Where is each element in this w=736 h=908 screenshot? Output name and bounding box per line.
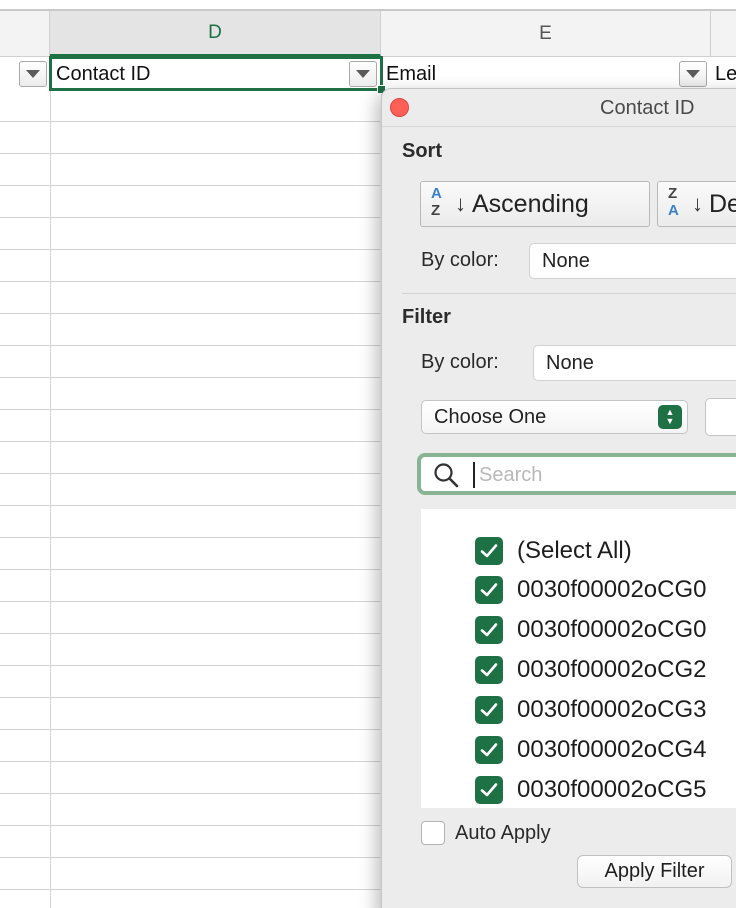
- row-gridline: [0, 121, 380, 122]
- row-gridline: [0, 601, 380, 602]
- row-gridline: [0, 761, 380, 762]
- sort-descending-button[interactable]: ZA ↓ De: [657, 181, 736, 227]
- list-item-label: (Select All): [517, 537, 632, 564]
- column-header-f[interactable]: [711, 11, 736, 57]
- list-item-label: 0030f00002oCG0: [517, 616, 707, 643]
- list-item[interactable]: 0030f00002oCG0: [475, 574, 707, 606]
- row-gridline: [0, 633, 380, 634]
- list-item-label: 0030f00002oCG0: [517, 576, 707, 603]
- auto-apply-label: Auto Apply: [455, 821, 551, 844]
- filter-dropdown-button-c[interactable]: [19, 61, 47, 87]
- list-item[interactable]: 0030f00002oCG0: [475, 614, 707, 646]
- checkbox-checked-icon[interactable]: [475, 776, 503, 804]
- row-gridline: [0, 889, 380, 890]
- column-header-row: D E: [0, 11, 736, 57]
- filter-by-color-label: By color:: [421, 351, 499, 373]
- list-item[interactable]: 0030f00002oCG3: [475, 694, 707, 726]
- search-icon: [434, 463, 459, 488]
- row-gridline: [0, 857, 380, 858]
- column-header-c[interactable]: [0, 11, 50, 57]
- search-field[interactable]: [417, 453, 736, 495]
- filter-values-list[interactable]: (Select All) 0030f00002oCG0 0030f00002oC…: [421, 509, 736, 808]
- section-divider: [402, 293, 736, 294]
- sort-by-color-select[interactable]: None: [529, 243, 736, 279]
- row-gridline: [0, 537, 380, 538]
- row-gridline: [0, 665, 380, 666]
- checkbox-checked-icon[interactable]: [475, 736, 503, 764]
- sort-by-color-label: By color:: [421, 249, 499, 271]
- list-item-select-all[interactable]: (Select All): [475, 535, 632, 567]
- select-stepper-icon: ▲ ▼: [658, 405, 682, 429]
- row-gridline: [0, 185, 380, 186]
- sort-az-icon: AZ: [431, 185, 442, 219]
- filter-condition-value-field[interactable]: [705, 398, 736, 436]
- filter-popover: Contact ID Sort AZ ↓ Ascending ZA ↓ De B…: [381, 88, 736, 908]
- apply-filter-button[interactable]: Apply Filter: [577, 855, 732, 888]
- column-header-d[interactable]: D: [50, 11, 381, 57]
- sort-ascending-button[interactable]: AZ ↓ Ascending: [420, 181, 650, 227]
- row-gridline: [0, 281, 380, 282]
- checkbox-checked-icon[interactable]: [475, 576, 503, 604]
- checkbox-checked-icon[interactable]: [475, 656, 503, 684]
- apply-filter-label: Apply Filter: [604, 860, 705, 882]
- sort-descending-label: De: [709, 189, 736, 218]
- row-gridline: [0, 505, 380, 506]
- auto-apply-checkbox[interactable]: [421, 821, 445, 845]
- row-gridline: [0, 473, 380, 474]
- row-gridline: [0, 569, 380, 570]
- checkbox-checked-icon[interactable]: [475, 537, 503, 565]
- row-gridline: [0, 729, 380, 730]
- list-item-label: 0030f00002oCG4: [517, 736, 707, 763]
- filter-condition-select[interactable]: Choose One ▲ ▼: [421, 400, 688, 434]
- header-cell-next[interactable]: Le: [711, 58, 736, 90]
- row-gridline: [0, 697, 380, 698]
- auto-apply-option[interactable]: Auto Apply: [421, 821, 551, 845]
- column-header-e[interactable]: E: [381, 11, 711, 57]
- sort-section-label: Sort: [402, 140, 442, 162]
- search-input[interactable]: [473, 462, 736, 488]
- row-gridline: [0, 217, 380, 218]
- checkbox-checked-icon[interactable]: [475, 696, 503, 724]
- row-gridline: [0, 441, 380, 442]
- row-gridline: [0, 377, 380, 378]
- list-item[interactable]: 0030f00002oCG2: [475, 654, 707, 686]
- list-item[interactable]: 0030f00002oCG5: [475, 774, 707, 806]
- filter-by-color-value: None: [546, 351, 594, 374]
- filter-section-label: Filter: [402, 306, 451, 328]
- popover-titlebar: Contact ID: [382, 89, 736, 127]
- chevron-down-icon: [686, 70, 700, 78]
- checkbox-checked-icon[interactable]: [475, 616, 503, 644]
- filter-by-color-select[interactable]: None: [533, 345, 736, 381]
- popover-title: Contact ID: [600, 97, 695, 119]
- list-item-label: 0030f00002oCG5: [517, 776, 707, 803]
- sort-ascending-label: Ascending: [472, 189, 589, 218]
- row-gridline: [0, 153, 380, 154]
- sort-by-color-value: None: [542, 249, 590, 272]
- row-gridline: [0, 825, 380, 826]
- sort-za-icon: ZA: [668, 185, 679, 219]
- list-item-label: 0030f00002oCG3: [517, 696, 707, 723]
- row-gridline: [0, 793, 380, 794]
- filter-condition-value: Choose One: [434, 405, 547, 428]
- filter-dropdown-button-email[interactable]: [679, 61, 707, 87]
- arrow-down-icon: ↓: [455, 191, 466, 216]
- header-cell-email[interactable]: Email: [381, 58, 671, 90]
- close-button[interactable]: [390, 98, 409, 117]
- arrow-down-icon: ↓: [692, 191, 703, 216]
- list-item[interactable]: 0030f00002oCG4: [475, 734, 707, 766]
- active-cell-selection: [49, 56, 383, 91]
- row-gridline: [0, 249, 380, 250]
- row-gridline: [0, 313, 380, 314]
- row-gridline: [0, 345, 380, 346]
- row-gridline: [0, 409, 380, 410]
- chevron-down-icon: [26, 70, 40, 78]
- list-item-label: 0030f00002oCG2: [517, 656, 707, 683]
